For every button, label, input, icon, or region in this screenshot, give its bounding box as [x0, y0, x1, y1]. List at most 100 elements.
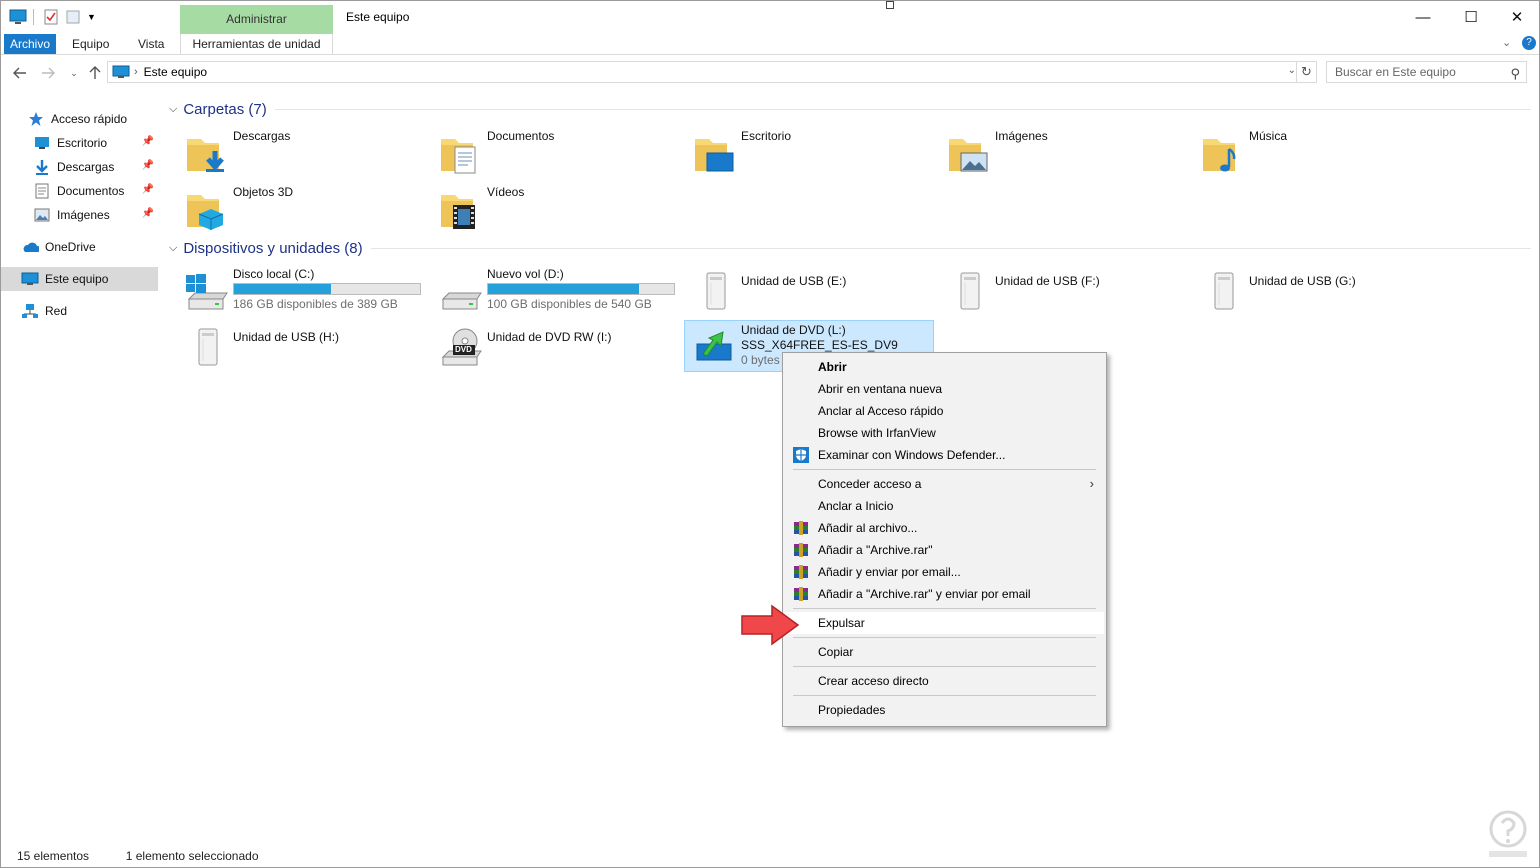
menu-item-anclar-acceso-rapido[interactable]: Anclar al Acceso rápido	[785, 400, 1104, 422]
divider	[370, 247, 1531, 249]
pin-icon[interactable]: 📌	[142, 208, 154, 219]
status-item-count: 15 elementos	[17, 849, 90, 863]
folder-label: Imágenes	[995, 129, 1048, 143]
document-icon	[33, 183, 51, 199]
sidebar-item-label: Este equipo	[45, 272, 109, 286]
computer-icon	[21, 271, 39, 287]
music-folder-icon	[1203, 139, 1236, 172]
pin-icon[interactable]: 📌	[142, 160, 154, 171]
folder-tile-objetos-3d[interactable]: Objetos 3D	[169, 183, 419, 235]
tab-archivo[interactable]: Archivo	[4, 34, 56, 54]
drive-size: 0 bytes	[741, 353, 780, 367]
window-title: Este equipo	[346, 10, 410, 24]
breadcrumb[interactable]: Este equipo	[144, 65, 207, 79]
menu-separator	[793, 469, 1096, 470]
group-header-carpetas[interactable]: ⌵ Carpetas (7)	[169, 98, 1531, 120]
drive-label: Unidad de USB (H:)	[233, 330, 340, 344]
pin-icon[interactable]: 📌	[142, 184, 154, 195]
folder-label: Descargas	[233, 129, 291, 143]
videos-folder-icon	[441, 195, 475, 229]
address-dropdown-icon[interactable]: ⌄	[1288, 65, 1296, 76]
maximize-button[interactable]: ☐	[1448, 1, 1494, 33]
tab-equipo[interactable]: Equipo	[72, 34, 109, 54]
folder-tile-musica[interactable]: Música	[1185, 127, 1435, 179]
help-icon[interactable]: ?	[1522, 36, 1536, 50]
folder-tile-documentos[interactable]: Documentos	[423, 127, 673, 179]
menu-item-expulsar[interactable]: Expulsar	[785, 612, 1104, 634]
refresh-button[interactable]: ↻	[1296, 62, 1316, 82]
recent-locations-dropdown[interactable]: ⌄	[63, 62, 85, 84]
up-button[interactable]	[84, 62, 106, 84]
usb-drive-icon	[198, 328, 218, 366]
menu-item-copiar[interactable]: Copiar	[785, 641, 1104, 663]
menu-item-conceder-acceso[interactable]: Conceder acceso a ›	[785, 473, 1104, 495]
drive-tile-c[interactable]: Disco local (C:) 186 GB disponibles de 3…	[169, 265, 421, 317]
drive-label: Nuevo vol (D:)	[487, 267, 564, 281]
menu-item-anadir-archive-rar[interactable]: Añadir a "Archive.rar"	[785, 539, 1104, 561]
folder-tile-videos[interactable]: Vídeos	[423, 183, 673, 235]
desktop-icon	[33, 135, 51, 151]
folder-label: Música	[1249, 129, 1288, 143]
folder-tile-escritorio[interactable]: Escritorio	[677, 127, 927, 179]
sidebar-item-documentos[interactable]: Documentos 📌	[1, 179, 158, 203]
status-bar: 15 elementos 1 elemento seleccionado	[17, 849, 259, 863]
sidebar-item-label: Imágenes	[57, 208, 110, 222]
menu-item-label: Añadir al archivo...	[818, 521, 918, 535]
star-icon	[27, 111, 45, 127]
search-placeholder: Buscar en Este equipo	[1335, 65, 1456, 79]
red-arrow-annotation-icon	[741, 604, 800, 646]
sidebar-item-onedrive[interactable]: OneDrive	[1, 235, 158, 259]
sidebar-item-red[interactable]: Red	[1, 299, 158, 323]
tab-herramientas-de-unidad[interactable]: Herramientas de unidad	[180, 34, 333, 54]
drive-volume-label: SSS_X64FREE_ES-ES_DV9	[741, 338, 898, 352]
new-folder-icon[interactable]	[65, 7, 81, 27]
menu-item-anclar-inicio[interactable]: Anclar a Inicio	[785, 495, 1104, 517]
menu-item-label: Añadir a "Archive.rar" y enviar por emai…	[818, 587, 1031, 601]
forward-button[interactable]	[37, 62, 59, 84]
search-input[interactable]: Buscar en Este equipo ⚲	[1326, 61, 1527, 83]
menu-item-propiedades[interactable]: Propiedades	[785, 699, 1104, 721]
sidebar-item-label: Descargas	[57, 160, 115, 174]
context-menu: Abrir Abrir en ventana nueva Anclar al A…	[782, 352, 1107, 727]
close-button[interactable]: ✕	[1494, 1, 1540, 33]
sidebar-item-este-equipo[interactable]: Este equipo	[1, 267, 158, 291]
sidebar-item-label: Documentos	[57, 184, 125, 198]
tab-vista[interactable]: Vista	[138, 34, 164, 54]
address-bar[interactable]: › Este equipo ⌄ ↻	[107, 61, 1317, 83]
sidebar-item-acceso-rapido[interactable]: Acceso rápido	[1, 107, 158, 131]
group-header-dispositivos[interactable]: ⌵ Dispositivos y unidades (8)	[169, 237, 1531, 259]
drive-tile-h[interactable]: Unidad de USB (H:)	[169, 321, 419, 373]
minimize-button[interactable]: —	[1400, 1, 1446, 33]
menu-item-anadir-archivo[interactable]: Añadir al archivo...	[785, 517, 1104, 539]
pin-icon[interactable]: 📌	[142, 136, 154, 147]
menu-item-crear-acceso-directo[interactable]: Crear acceso directo	[785, 670, 1104, 692]
drive-tile-e[interactable]: Unidad de USB (E:)	[677, 265, 927, 317]
drive-tile-g[interactable]: Unidad de USB (G:)	[1185, 265, 1435, 317]
drive-tile-f[interactable]: Unidad de USB (F:)	[931, 265, 1181, 317]
drive-usage-bar	[233, 283, 421, 295]
sidebar-item-imagenes[interactable]: Imágenes 📌	[1, 203, 158, 227]
customize-toolbar-icon[interactable]: ▼	[87, 7, 96, 27]
menu-item-anadir-rar-enviar-email[interactable]: Añadir a "Archive.rar" y enviar por emai…	[785, 583, 1104, 605]
back-button[interactable]	[9, 62, 31, 84]
drive-tile-d[interactable]: Nuevo vol (D:) 100 GB disponibles de 540…	[423, 265, 675, 317]
menu-item-abrir[interactable]: Abrir	[785, 356, 1104, 378]
ribbon-expand-icon[interactable]: ⌄	[1502, 36, 1511, 49]
sidebar-item-escritorio[interactable]: Escritorio 📌	[1, 131, 158, 155]
drive-tile-i[interactable]: DVD Unidad de DVD RW (I:)	[423, 321, 673, 373]
navigation-bar: ⌄ › Este equipo ⌄ ↻ Buscar en Este equip…	[1, 60, 1539, 86]
desktop-folder-icon	[695, 139, 734, 172]
menu-item-anadir-enviar-email[interactable]: Añadir y enviar por email...	[785, 561, 1104, 583]
folder-tile-descargas[interactable]: Descargas	[169, 127, 419, 179]
menu-item-browse-irfanview[interactable]: Browse with IrfanView	[785, 422, 1104, 444]
group-title: Carpetas (7)	[183, 100, 267, 118]
properties-icon[interactable]	[43, 7, 59, 27]
folder-tile-imagenes[interactable]: Imágenes	[931, 127, 1181, 179]
menu-item-windows-defender[interactable]: Examinar con Windows Defender...	[785, 444, 1104, 466]
menu-item-abrir-ventana-nueva[interactable]: Abrir en ventana nueva	[785, 378, 1104, 400]
pictures-icon	[33, 207, 51, 223]
menu-separator	[793, 637, 1096, 638]
vertical-scrollbar[interactable]	[1528, 87, 1539, 847]
drive-label: Unidad de USB (G:)	[1249, 274, 1356, 288]
sidebar-item-descargas[interactable]: Descargas 📌	[1, 155, 158, 179]
